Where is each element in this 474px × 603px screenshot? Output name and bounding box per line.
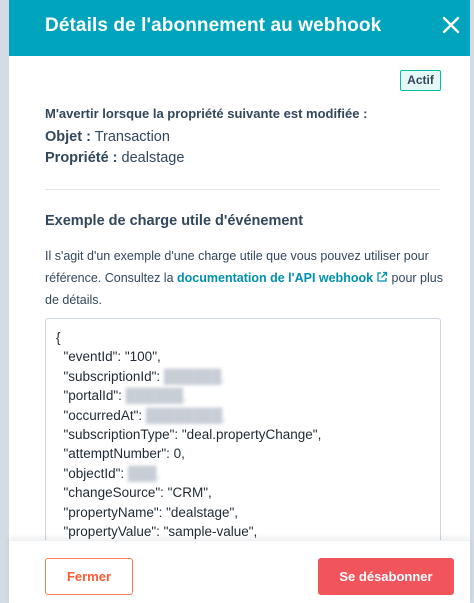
unsubscribe-button[interactable]: Se désabonner — [318, 558, 454, 595]
code-line: "eventId": "100", — [56, 349, 161, 365]
status-badge: Actif — [400, 70, 441, 91]
external-link-icon — [377, 271, 388, 282]
code-line-portal-id: "portalId": ██████, — [56, 388, 187, 404]
code-line-object-id: "objectId": ███, — [56, 465, 161, 481]
object-key: Objet : — [45, 129, 91, 145]
background-overlay-left — [0, 0, 9, 603]
example-title: Exemple de charge utile d'événement — [45, 213, 304, 229]
notify-label: M'avertir lorsque la propriété suivante … — [45, 106, 368, 121]
code-line: "attemptNumber": 0, — [56, 446, 185, 462]
code-line-subscription-id: "subscriptionId": ██████, — [56, 368, 226, 384]
redacted-value: ███, — [127, 465, 161, 481]
payload-code: { "eventId": "100", "subscriptionId": ██… — [56, 328, 321, 541]
background-overlay-right — [470, 0, 474, 603]
code-line-occurred-at: "occurredAt": ████████, — [56, 407, 227, 423]
redacted-value: ████████, — [145, 407, 227, 423]
object-row: Objet : Transaction — [45, 129, 170, 145]
code-line: "changeSource": "CRM", — [56, 485, 212, 501]
api-docs-link[interactable]: documentation de l'API webhook — [177, 271, 388, 285]
code-line: "subscriptionType": "deal.propertyChange… — [56, 427, 322, 443]
example-description: Il s'agit d'un exemple d'une charge util… — [45, 245, 445, 311]
redacted-value: ██████, — [163, 368, 226, 384]
payload-code-box[interactable]: { "eventId": "100", "subscriptionId": ██… — [45, 318, 441, 548]
redacted-value: ██████, — [125, 388, 187, 404]
panel-header: Détails de l'abonnement au webhook — [9, 0, 470, 56]
property-value: dealstage — [121, 150, 185, 166]
webhook-details-panel: Détails de l'abonnement au webhook Actif… — [9, 0, 470, 603]
close-button[interactable] — [438, 12, 464, 38]
property-row: Propriété : dealstage — [45, 150, 184, 166]
section-divider — [45, 189, 440, 190]
api-docs-link-label: documentation de l'API webhook — [177, 271, 374, 285]
panel-footer: Fermer Se désabonner — [9, 540, 470, 603]
code-line: "propertyName": "dealstage", — [56, 504, 239, 520]
code-line: "propertyValue": "sample-value", — [56, 524, 258, 540]
object-value: Transaction — [94, 129, 170, 145]
panel-title: Détails de l'abonnement au webhook — [45, 15, 382, 36]
close-panel-button[interactable]: Fermer — [45, 558, 133, 595]
close-icon — [442, 16, 460, 34]
property-key: Propriété : — [45, 150, 118, 166]
code-line: { — [56, 330, 61, 345]
